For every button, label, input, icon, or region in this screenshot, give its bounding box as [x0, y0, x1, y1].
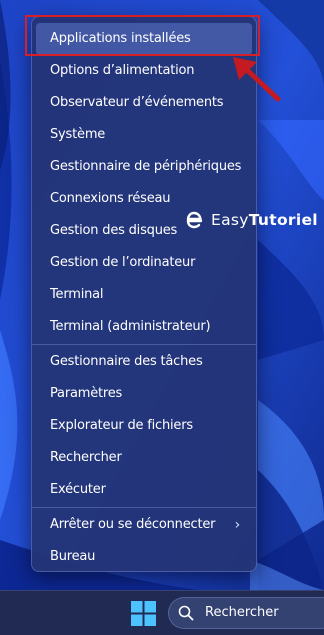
menu-item-shutdown-signout[interactable]: Arrêter ou se déconnecter ›: [36, 509, 252, 541]
watermark: EasyTutoriel: [182, 208, 318, 232]
context-menu: Applications installées Options d’alimen…: [31, 16, 257, 572]
menu-item-event-viewer[interactable]: Observateur d’événements: [36, 87, 252, 119]
search-label: Rechercher: [205, 605, 279, 620]
search-icon: [178, 605, 194, 621]
menu-item-system[interactable]: Système: [36, 119, 252, 151]
menu-item-desktop[interactable]: Bureau: [36, 541, 252, 573]
menu-item-terminal-admin[interactable]: Terminal (administrateur): [36, 311, 252, 343]
taskbar: Rechercher: [0, 590, 324, 635]
menu-item-terminal[interactable]: Terminal: [36, 279, 252, 311]
menu-item-run[interactable]: Exécuter: [36, 474, 252, 506]
annotation-arrow-icon: [233, 57, 281, 102]
menu-item-search[interactable]: Rechercher: [36, 442, 252, 474]
menu-item-task-manager[interactable]: Gestionnaire des tâches: [36, 346, 252, 378]
chevron-right-icon: ›: [234, 517, 241, 533]
menu-item-label: Arrêter ou se déconnecter: [50, 517, 216, 532]
menu-item-computer-management[interactable]: Gestion de l’ordinateur: [36, 247, 252, 279]
menu-item-power-options[interactable]: Options d’alimentation: [36, 55, 252, 87]
easytutoriel-logo-icon: [186, 211, 203, 229]
menu-item-installed-apps[interactable]: Applications installées: [36, 23, 252, 55]
watermark-text: EasyTutoriel: [211, 211, 318, 229]
taskbar-search-box[interactable]: Rechercher: [168, 597, 324, 629]
menu-divider: [32, 344, 256, 345]
windows-start-icon[interactable]: [131, 601, 156, 626]
menu-divider: [32, 507, 256, 508]
menu-item-settings[interactable]: Paramètres: [36, 378, 252, 410]
menu-item-device-manager[interactable]: Gestionnaire de périphériques: [36, 151, 252, 183]
menu-item-file-explorer[interactable]: Explorateur de fichiers: [36, 410, 252, 442]
